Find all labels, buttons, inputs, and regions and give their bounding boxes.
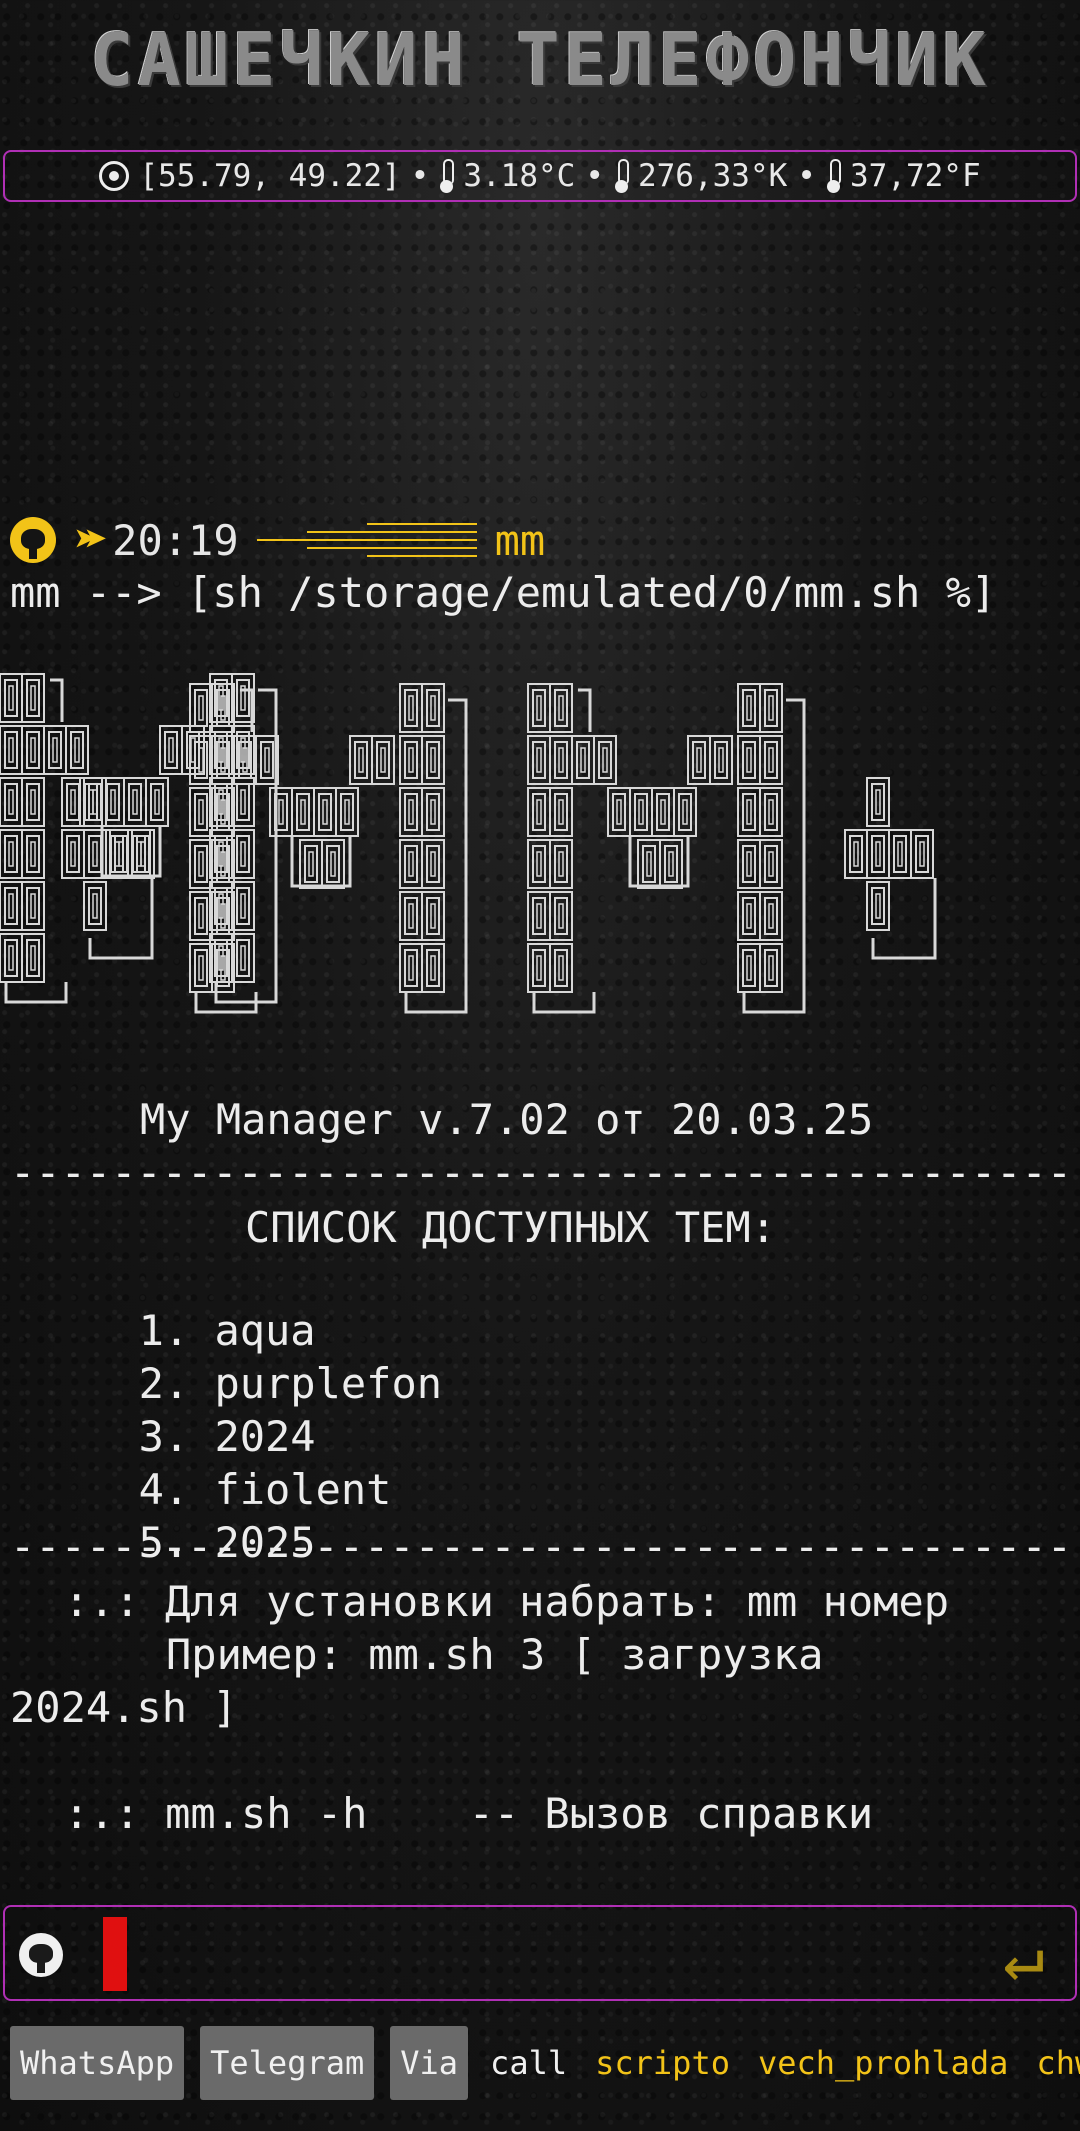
example-hint: Пример: mm.sh 3 [ загрузка: [166, 1630, 824, 1679]
separator: •: [797, 158, 816, 194]
example-hint-cont: 2024.sh ]: [10, 1683, 238, 1732]
thermometer-icon: [826, 159, 841, 193]
prompt-time: 20:19: [112, 515, 239, 565]
decorative-lines: [256, 518, 477, 562]
shortcut-vech-prohlada[interactable]: vech_prohlada: [752, 2044, 1014, 2082]
command-input-bar[interactable]: ↵: [3, 1905, 1077, 2001]
shortcut-bar: WhatsApp Telegram Via call scripto vech_…: [10, 2026, 1080, 2100]
command-line: mm --> [sh /storage/emulated/0/mm.sh %]: [10, 568, 997, 617]
shortcut-call[interactable]: call: [484, 2044, 573, 2082]
text-cursor: [103, 1917, 127, 1991]
shell-prompt: ➤➤ 20:19 mm: [10, 512, 545, 568]
coordinates: [55.79, 49.22]: [139, 158, 401, 194]
divider-top: ----------------------------------------…: [10, 1148, 1070, 1197]
shortcut-chw[interactable]: chw: [1030, 2044, 1080, 2082]
shortcut-whatsapp[interactable]: WhatsApp: [10, 2026, 185, 2100]
enter-icon[interactable]: ↵: [1003, 1915, 1045, 1997]
version-line: My Manager v.7.02 от 20.03.25: [140, 1095, 874, 1144]
temperature-celsius: 3.18°C: [463, 158, 576, 194]
shortcut-scripto[interactable]: scripto: [589, 2044, 736, 2082]
location-icon: [99, 161, 130, 191]
mm-logo-art: [0, 673, 937, 1040]
double-arrow-icon: ➤➤: [74, 517, 108, 563]
separator: •: [410, 158, 430, 194]
prompt-name: mm: [494, 515, 546, 565]
shortcut-telegram[interactable]: Telegram: [200, 2026, 375, 2100]
temperature-fahrenheit: 37,72°F: [849, 158, 981, 194]
github-icon: [19, 1933, 63, 1977]
github-icon: [10, 517, 56, 563]
shortcut-via[interactable]: Via: [390, 2026, 469, 2100]
install-hint: :.: Для установки набрать: mm номер: [64, 1577, 950, 1626]
thermometer-icon: [439, 159, 455, 193]
weather-bar: [55.79, 49.22] • 3.18°C • 276,33°K • 37,…: [3, 150, 1077, 202]
divider-bottom: ----------------------------------------…: [10, 1522, 1070, 1571]
themes-heading: СПИСОК ДОСТУПНЫХ ТЕМ:: [245, 1203, 777, 1252]
separator: •: [585, 158, 604, 194]
page-title: САШЕЧКИН ТЕЛЕФОНЧИК: [90, 18, 990, 102]
thermometer-icon: [614, 159, 629, 193]
help-hint: :.: mm.sh -h -- Вызов справки: [64, 1789, 874, 1838]
temperature-kelvin: 276,33°K: [637, 158, 788, 194]
